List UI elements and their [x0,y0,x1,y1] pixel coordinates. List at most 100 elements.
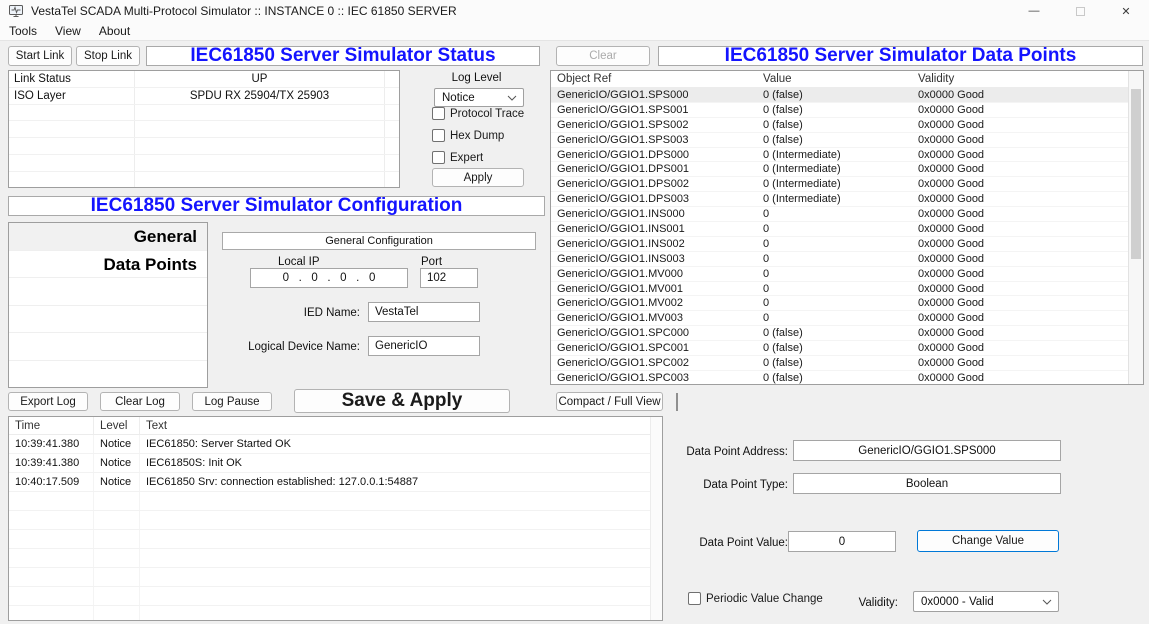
cell-time [9,606,94,621]
cell-value: 0 (false) [757,356,912,370]
table-row[interactable]: GenericIO/GGIO1.SPS0020 (false)0x0000 Go… [551,118,1128,133]
table-row[interactable]: ISO LayerSPDU RX 25904/TX 25903 [9,88,399,105]
compact-full-view-button[interactable]: Compact / Full View [556,392,663,411]
table-row[interactable]: GenericIO/GGIO1.MV00000x0000 Good [551,267,1128,282]
table-row[interactable]: GenericIO/GGIO1.INS00200x0000 Good [551,237,1128,252]
dp-col-objectref: Object Ref [551,73,757,85]
log-level-select[interactable]: Notice [434,88,524,107]
scrollbar-thumb[interactable] [1131,89,1141,259]
app-window: VestaTel SCADA Multi-Protocol Simulator … [0,0,1149,624]
cell-object-ref: GenericIO/GGIO1.SPS001 [551,103,757,117]
close-button[interactable]: ✕ [1103,0,1149,22]
menu-about[interactable]: About [90,24,139,38]
cell-value: 0 (false) [757,88,912,102]
cell-validity: 0x0000 Good [912,371,1128,384]
cell-object-ref: GenericIO/GGIO1.MV003 [551,311,757,325]
cell-object-ref: GenericIO/GGIO1.SPS003 [551,133,757,147]
window-title: VestaTel SCADA Multi-Protocol Simulator … [31,4,457,18]
table-row[interactable]: GenericIO/GGIO1.SPC0000 (false)0x0000 Go… [551,326,1128,341]
cell-validity: 0x0000 Good [912,326,1128,340]
cell-level [94,606,140,621]
config-nav-item[interactable]: Data Points [9,251,207,279]
cell-object-ref: GenericIO/GGIO1.MV002 [551,296,757,310]
table-row[interactable]: GenericIO/GGIO1.DPS0030 (Intermediate)0x… [551,192,1128,207]
datapoints-scrollbar[interactable] [1128,71,1143,384]
cell-level [94,587,140,605]
clear-datapoints-button[interactable]: Clear [556,46,650,66]
cell-value: 0 (false) [757,103,912,117]
checkbox-icon [688,592,701,605]
table-row[interactable]: GenericIO/GGIO1.SPC0010 (false)0x0000 Go… [551,341,1128,356]
table-row[interactable]: 10:40:17.509NoticeIEC61850 Srv: connecti… [9,473,650,492]
cell-time [9,492,94,510]
table-row[interactable]: GenericIO/GGIO1.DPS0000 (Intermediate)0x… [551,148,1128,163]
change-value-button[interactable]: Change Value [917,530,1059,552]
table-row[interactable]: GenericIO/GGIO1.MV00200x0000 Good [551,296,1128,311]
table-row[interactable]: GenericIO/GGIO1.SPC0020 (false)0x0000 Go… [551,356,1128,371]
table-row[interactable]: GenericIO/GGIO1.SPS0030 (false)0x0000 Go… [551,133,1128,148]
cell-level [94,530,140,548]
cell-value [135,105,385,121]
start-link-button[interactable]: Start Link [8,46,72,66]
table-row[interactable]: GenericIO/GGIO1.MV00300x0000 Good [551,311,1128,326]
maximize-button[interactable] [1057,0,1103,22]
data-point-address-field[interactable]: GenericIO/GGIO1.SPS000 [793,440,1061,461]
table-row[interactable]: 10:39:41.380NoticeIEC61850S: Init OK [9,454,650,473]
cell-object-ref: GenericIO/GGIO1.SPC001 [551,341,757,355]
cell-value: 0 [757,252,912,266]
validity-select[interactable]: 0x0000 - Valid [913,591,1059,612]
table-row[interactable]: GenericIO/GGIO1.DPS0020 (Intermediate)0x… [551,177,1128,192]
hex-dump-checkbox[interactable]: Hex Dump [432,129,504,142]
table-row[interactable]: Link StatusUP [9,71,399,88]
cell-value: 0 (false) [757,341,912,355]
menu-view[interactable]: View [46,24,90,38]
clear-log-button[interactable]: Clear Log [100,392,180,411]
periodic-value-change-checkbox[interactable]: Periodic Value Change [688,592,823,605]
cell-label: ISO Layer [9,88,135,104]
cell-spacer [385,105,399,121]
save-apply-button[interactable]: Save & Apply [294,389,510,413]
menu-tools[interactable]: Tools [0,24,46,38]
log-pause-button[interactable]: Log Pause [192,392,272,411]
table-row[interactable]: 10:39:41.380NoticeIEC61850: Server Start… [9,435,650,454]
table-row[interactable]: GenericIO/GGIO1.SPC0030 (false)0x0000 Go… [551,371,1128,384]
log-empty-row [9,492,650,511]
table-row[interactable]: GenericIO/GGIO1.MV00100x0000 Good [551,282,1128,297]
table-row[interactable]: GenericIO/GGIO1.SPS0010 (false)0x0000 Go… [551,103,1128,118]
checkbox-icon [432,129,445,142]
stop-link-button[interactable]: Stop Link [76,46,140,66]
cell-level: Notice [94,435,140,453]
cell-value: 0 (Intermediate) [757,177,912,191]
table-row[interactable]: GenericIO/GGIO1.INS00100x0000 Good [551,222,1128,237]
title-bar: VestaTel SCADA Multi-Protocol Simulator … [0,0,1149,22]
table-row[interactable]: GenericIO/GGIO1.INS00300x0000 Good [551,252,1128,267]
cell-object-ref: GenericIO/GGIO1.SPC003 [551,371,757,384]
cell-value: 0 [757,237,912,251]
config-nav-item[interactable]: General [9,223,207,251]
cell-object-ref: GenericIO/GGIO1.DPS001 [551,162,757,176]
local-ip-field[interactable]: 0 . 0 . 0 . 0 [250,268,408,288]
cell-validity: 0x0000 Good [912,222,1128,236]
cell-label [9,172,135,188]
logical-device-name-field[interactable]: GenericIO [368,336,480,356]
apply-button[interactable]: Apply [432,168,524,187]
cell-level: Notice [94,454,140,472]
data-point-address-label: Data Point Address: [660,446,788,458]
cell-level [94,568,140,586]
cell-spacer [385,172,399,188]
datapoints-table: Object Ref Value Validity GenericIO/GGIO… [550,70,1144,385]
data-point-type-field[interactable]: Boolean [793,473,1061,494]
table-row[interactable]: GenericIO/GGIO1.DPS0010 (Intermediate)0x… [551,162,1128,177]
cell-object-ref: GenericIO/GGIO1.SPC000 [551,326,757,340]
data-point-value-field[interactable]: 0 [788,531,896,552]
protocol-trace-checkbox[interactable]: Protocol Trace [432,107,524,120]
port-field[interactable]: 102 [420,268,478,288]
table-row[interactable]: GenericIO/GGIO1.SPS0000 (false)0x0000 Go… [551,88,1128,103]
minimize-button[interactable]: — [1011,0,1057,22]
export-log-button[interactable]: Export Log [8,392,88,411]
data-point-value-label: Data Point Value: [660,537,788,549]
ied-name-field[interactable]: VestaTel [368,302,480,322]
cell-time [9,549,94,567]
table-row[interactable]: GenericIO/GGIO1.INS00000x0000 Good [551,207,1128,222]
expert-checkbox[interactable]: Expert [432,151,483,164]
